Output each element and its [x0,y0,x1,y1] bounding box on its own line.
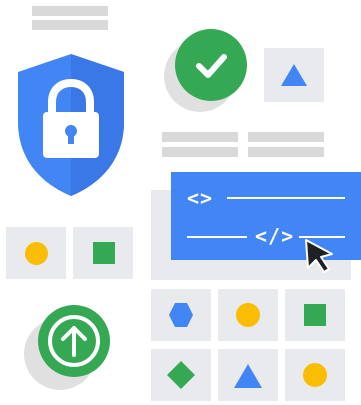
mouse-cursor-icon [305,239,333,273]
code-close-tag: </> [255,224,295,248]
check-icon [196,54,227,78]
diamond-tile [151,349,211,401]
yellow-circle-icon-3 [303,363,327,387]
code-line-1 [227,197,345,199]
check-circle-icon [175,29,247,101]
yellow-circle-icon-2 [236,303,260,327]
hexagon-icon [169,303,193,327]
diamond-icon [167,361,195,389]
green-square-tile [73,227,133,279]
placeholder-bar-top-1 [32,6,108,16]
placeholder-bar-mid-1 [162,132,238,142]
arrow-up-icon [48,315,100,367]
yellow-circle-icon [25,242,48,265]
triangle-tile-2 [218,349,278,401]
yellow-circle-tile-2 [218,289,278,341]
triangle-icon [281,64,307,86]
placeholder-bar-mid-3 [248,132,324,142]
placeholder-bar-mid-4 [248,147,324,157]
triangle-icon-2 [234,364,262,388]
placeholder-bar-mid-2 [162,147,238,157]
placeholder-bar-top-2 [32,20,108,30]
shield-lock-icon [18,54,124,196]
triangle-tile [264,48,324,102]
code-open-tag: <> [187,186,214,210]
green-square-tile-2 [285,289,345,341]
yellow-circle-tile [6,227,66,279]
hexagon-tile [151,289,211,341]
green-square-icon [93,242,115,264]
yellow-circle-tile-3 [285,349,345,401]
green-square-icon-2 [304,304,326,326]
upload-arrow-icon [38,305,110,377]
code-line-2 [187,236,247,238]
